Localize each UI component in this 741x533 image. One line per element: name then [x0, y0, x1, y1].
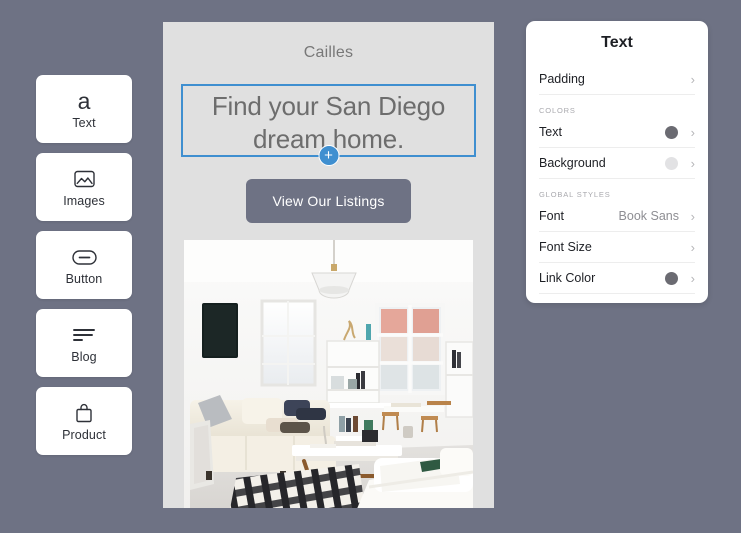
sidebar-item-label: Product [62, 428, 106, 442]
section-heading-colors: COLORS [539, 106, 576, 115]
panel-row-font[interactable]: Font Book Sans › [539, 201, 695, 232]
text-lines-icon [73, 322, 95, 348]
chevron-right-icon: › [690, 208, 695, 224]
sidebar-item-label: Button [65, 272, 103, 286]
shopping-bag-icon [75, 400, 93, 426]
row-value: Book Sans [618, 209, 679, 223]
sidebar-item-label: Text [72, 116, 96, 130]
view-our-listings-button[interactable]: View Our Listings [246, 179, 411, 223]
panel-row-link-color[interactable]: Link Color › [539, 263, 695, 294]
row-label: Text [539, 125, 562, 139]
chevron-right-icon: › [690, 124, 695, 140]
chevron-right-icon: › [690, 239, 695, 255]
panel-row-font-size[interactable]: Font Size › [539, 232, 695, 263]
row-label: Font [539, 209, 565, 223]
sidebar-item-images[interactable]: Images [36, 153, 132, 221]
panel-row-padding[interactable]: Padding › [539, 64, 695, 95]
sidebar-item-label: Blog [71, 350, 97, 364]
row-label: Background [539, 156, 606, 170]
hero-photo[interactable] [184, 240, 473, 508]
color-swatch[interactable] [665, 156, 678, 170]
color-swatch[interactable] [665, 125, 678, 139]
block-library-sidebar: a Text Images Button Blog Product [36, 75, 132, 465]
sidebar-item-text[interactable]: a Text [36, 75, 132, 143]
section-heading-global-styles: GLOBAL STYLES [539, 190, 611, 199]
image-icon [73, 166, 95, 192]
chevron-right-icon: › [690, 71, 695, 87]
color-swatch[interactable] [665, 271, 678, 285]
row-label: Link Color [539, 271, 596, 285]
sidebar-item-product[interactable]: Product [36, 387, 132, 455]
sidebar-item-blog[interactable]: Blog [36, 309, 132, 377]
letter-a-icon: a [77, 87, 91, 114]
site-title: Cailles [303, 44, 354, 61]
chevron-right-icon: › [690, 270, 695, 286]
text-properties-panel: Text Padding › COLORS Text › Background … [526, 21, 708, 303]
sidebar-item-label: Images [63, 194, 105, 208]
add-block-button[interactable]: + [318, 145, 339, 166]
cta-container: View Our Listings [163, 179, 494, 223]
chevron-right-icon: › [690, 155, 695, 171]
website-canvas[interactable]: Cailles Find your San Diego dream home. … [163, 22, 494, 508]
row-label: Padding [539, 72, 585, 86]
sidebar-item-button[interactable]: Button [36, 231, 132, 299]
row-label: Font Size [539, 240, 592, 254]
button-icon [71, 244, 97, 270]
panel-row-background-color[interactable]: Background › [539, 148, 695, 179]
selected-heading-block[interactable]: Find your San Diego dream home. + [181, 84, 476, 166]
panel-title: Text [601, 34, 633, 51]
panel-row-text-color[interactable]: Text › [539, 117, 695, 148]
